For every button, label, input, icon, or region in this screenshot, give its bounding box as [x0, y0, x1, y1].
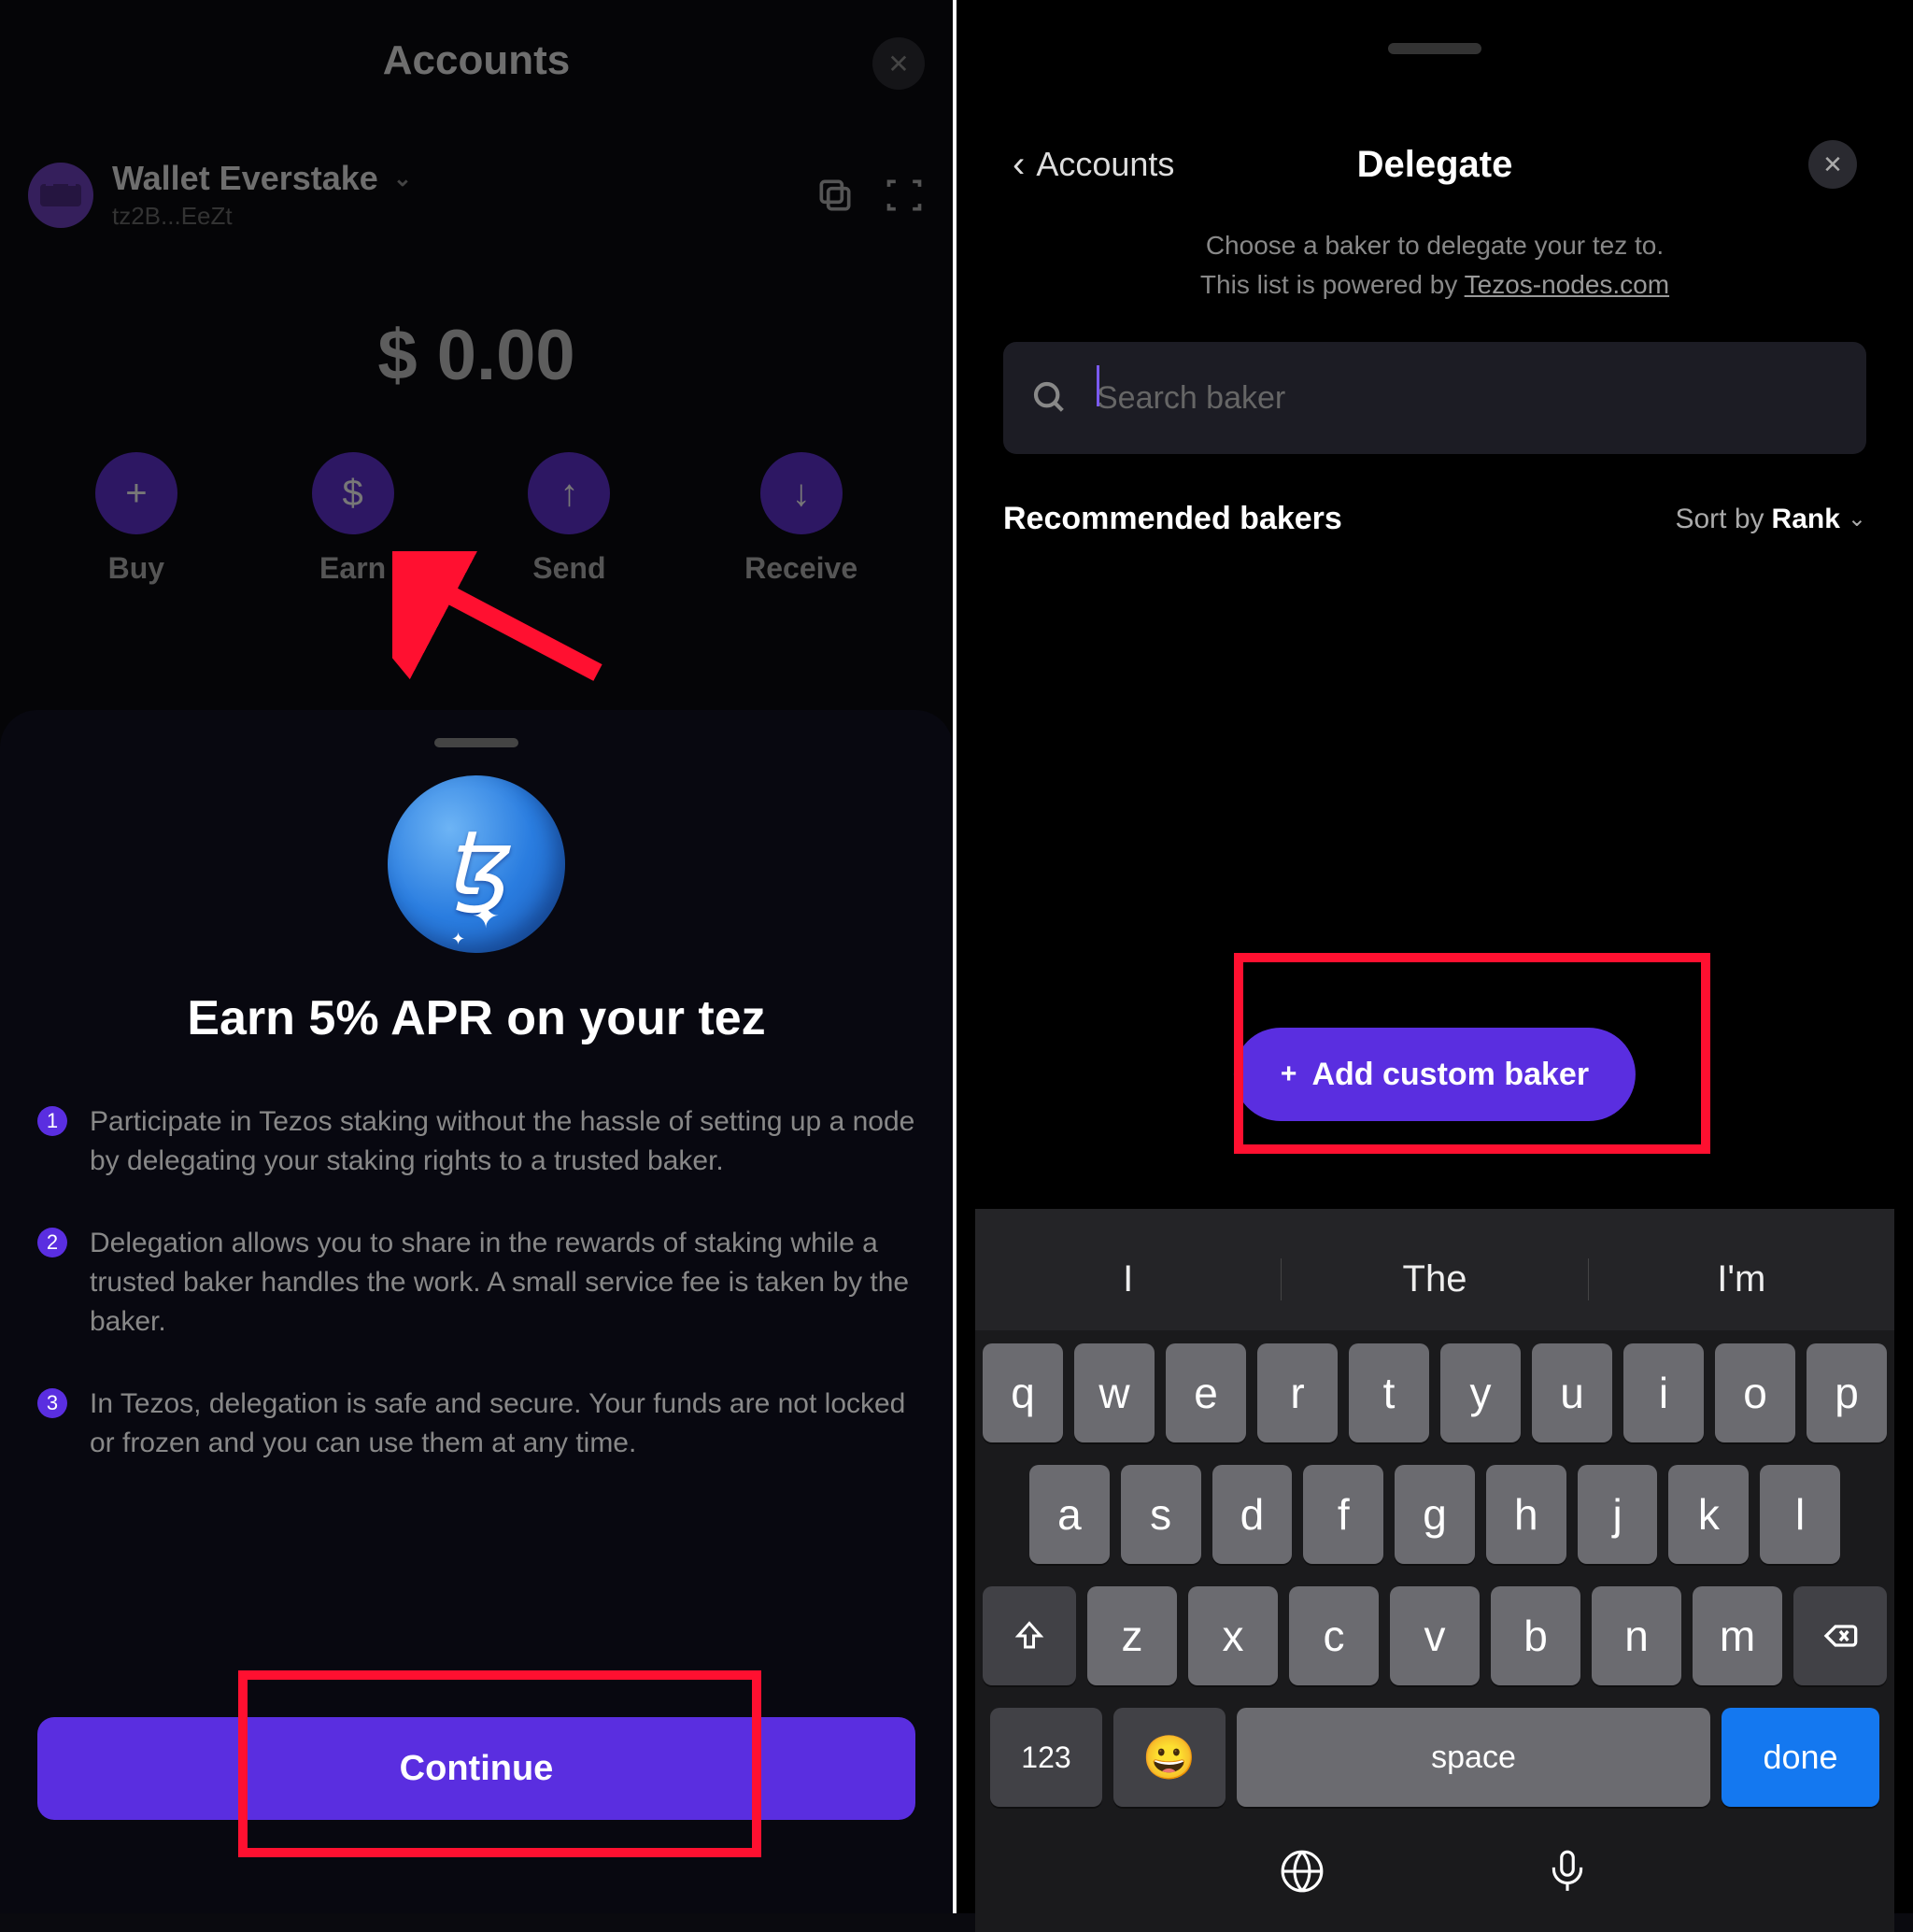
- tezos-nodes-link[interactable]: Tezos-nodes.com: [1465, 270, 1669, 299]
- done-key[interactable]: done: [1722, 1708, 1879, 1807]
- close-icon[interactable]: ✕: [872, 37, 925, 90]
- wallet-name: Wallet Everstake: [112, 159, 378, 198]
- key-n[interactable]: n: [1592, 1586, 1681, 1685]
- key-d[interactable]: d: [1212, 1465, 1293, 1564]
- accounts-header: Accounts ✕: [0, 0, 953, 103]
- key-x[interactable]: x: [1188, 1586, 1278, 1685]
- search-input[interactable]: Search baker: [1003, 342, 1866, 454]
- key-c[interactable]: c: [1289, 1586, 1379, 1685]
- key-z[interactable]: z: [1087, 1586, 1177, 1685]
- receive-action[interactable]: ↓ Receive: [744, 452, 857, 586]
- key-a[interactable]: a: [1029, 1465, 1110, 1564]
- plus-icon: +: [95, 452, 177, 534]
- key-i[interactable]: i: [1623, 1343, 1704, 1442]
- emoji-key[interactable]: 😀: [1113, 1708, 1226, 1807]
- chevron-down-icon: ⌄: [393, 165, 412, 192]
- info-text-1: Participate in Tezos staking without the…: [90, 1102, 915, 1181]
- backspace-key[interactable]: [1793, 1586, 1887, 1685]
- arrow-down-icon: ↓: [760, 452, 843, 534]
- key-t[interactable]: t: [1349, 1343, 1429, 1442]
- dollar-icon: $: [312, 452, 394, 534]
- accounts-title: Accounts: [28, 37, 925, 84]
- key-o[interactable]: o: [1715, 1343, 1795, 1442]
- delegate-screen: ‹ Accounts Delegate ✕ Choose a baker to …: [956, 0, 1913, 1913]
- key-s[interactable]: s: [1121, 1465, 1201, 1564]
- delegate-subtext: Choose a baker to delegate your tez to. …: [975, 217, 1894, 342]
- key-l[interactable]: l: [1760, 1465, 1840, 1564]
- wallet-address: tz2B...EeZt: [112, 202, 796, 231]
- chevron-down-icon: ⌄: [1848, 505, 1866, 533]
- shift-key[interactable]: [983, 1586, 1076, 1685]
- key-j[interactable]: j: [1578, 1465, 1658, 1564]
- key-r[interactable]: r: [1257, 1343, 1338, 1442]
- step-badge: 1: [37, 1106, 67, 1136]
- sheet-title: Earn 5% APR on your tez: [37, 990, 915, 1046]
- arrow-up-icon: ↑: [528, 452, 610, 534]
- step-badge: 2: [37, 1228, 67, 1257]
- close-icon[interactable]: ✕: [1808, 140, 1857, 189]
- earn-action[interactable]: $ Earn: [312, 452, 394, 586]
- recommended-label: Recommended bakers: [1003, 501, 1342, 537]
- key-w[interactable]: w: [1074, 1343, 1155, 1442]
- balance-amount: $ 0.00: [377, 316, 574, 395]
- ios-keyboard: I The I'm q w e r t y u i o p a: [975, 1209, 1894, 1932]
- key-f[interactable]: f: [1303, 1465, 1383, 1564]
- text-cursor: [1097, 365, 1099, 406]
- info-text-2: Delegation allows you to share in the re…: [90, 1224, 915, 1342]
- avatar: [28, 163, 93, 228]
- key-v[interactable]: v: [1390, 1586, 1480, 1685]
- key-u[interactable]: u: [1532, 1343, 1612, 1442]
- suggestion-3[interactable]: I'm: [1589, 1258, 1894, 1300]
- key-e[interactable]: e: [1166, 1343, 1246, 1442]
- key-b[interactable]: b: [1491, 1586, 1580, 1685]
- sheet-handle[interactable]: [1388, 43, 1481, 54]
- continue-button[interactable]: Continue: [37, 1717, 915, 1820]
- key-q[interactable]: q: [983, 1343, 1063, 1442]
- send-action[interactable]: ↑ Send: [528, 452, 610, 586]
- add-custom-baker-button[interactable]: + Add custom baker: [1234, 1028, 1636, 1121]
- key-h[interactable]: h: [1486, 1465, 1566, 1564]
- suggestion-2[interactable]: The: [1282, 1258, 1588, 1300]
- info-text-3: In Tezos, delegation is safe and secure.…: [90, 1385, 915, 1463]
- key-g[interactable]: g: [1395, 1465, 1475, 1564]
- sheet-handle[interactable]: [434, 738, 518, 747]
- balance-display: $ 0.00: [0, 315, 953, 396]
- chevron-left-icon: ‹: [1013, 144, 1025, 186]
- search-icon: [1031, 379, 1069, 417]
- scan-icon[interactable]: [884, 175, 925, 216]
- key-k[interactable]: k: [1668, 1465, 1749, 1564]
- sort-dropdown[interactable]: Sort by Rank ⌄: [1675, 504, 1866, 535]
- accounts-screen: Accounts ✕ Wallet Everstake ⌄ tz2B...EeZ…: [0, 0, 956, 1913]
- plus-icon: +: [1281, 1058, 1297, 1090]
- suggestion-1[interactable]: I: [975, 1258, 1282, 1300]
- mic-icon[interactable]: [1544, 1848, 1591, 1895]
- back-button[interactable]: ‹ Accounts: [1013, 144, 1174, 186]
- space-key[interactable]: space: [1237, 1708, 1710, 1807]
- key-m[interactable]: m: [1693, 1586, 1782, 1685]
- copy-icon[interactable]: [815, 175, 856, 216]
- step-badge: 3: [37, 1388, 67, 1418]
- keyboard-suggestions: I The I'm: [975, 1228, 1894, 1330]
- delegate-title: Delegate: [1357, 144, 1513, 186]
- buy-action[interactable]: + Buy: [95, 452, 177, 586]
- numbers-key[interactable]: 123: [990, 1708, 1102, 1807]
- key-y[interactable]: y: [1440, 1343, 1521, 1442]
- key-p[interactable]: p: [1807, 1343, 1887, 1442]
- wallet-selector[interactable]: Wallet Everstake ⌄ tz2B...EeZt: [0, 103, 953, 259]
- earn-sheet: ꜩ ✦ ✦ Earn 5% APR on your tez 1 Particip…: [0, 710, 953, 1913]
- tezos-coin-icon: ꜩ ✦ ✦: [37, 775, 915, 953]
- actions-row: + Buy $ Earn ↑ Send ↓ Receive: [0, 452, 953, 586]
- globe-icon[interactable]: [1279, 1848, 1325, 1895]
- search-placeholder: Search baker: [1097, 380, 1285, 416]
